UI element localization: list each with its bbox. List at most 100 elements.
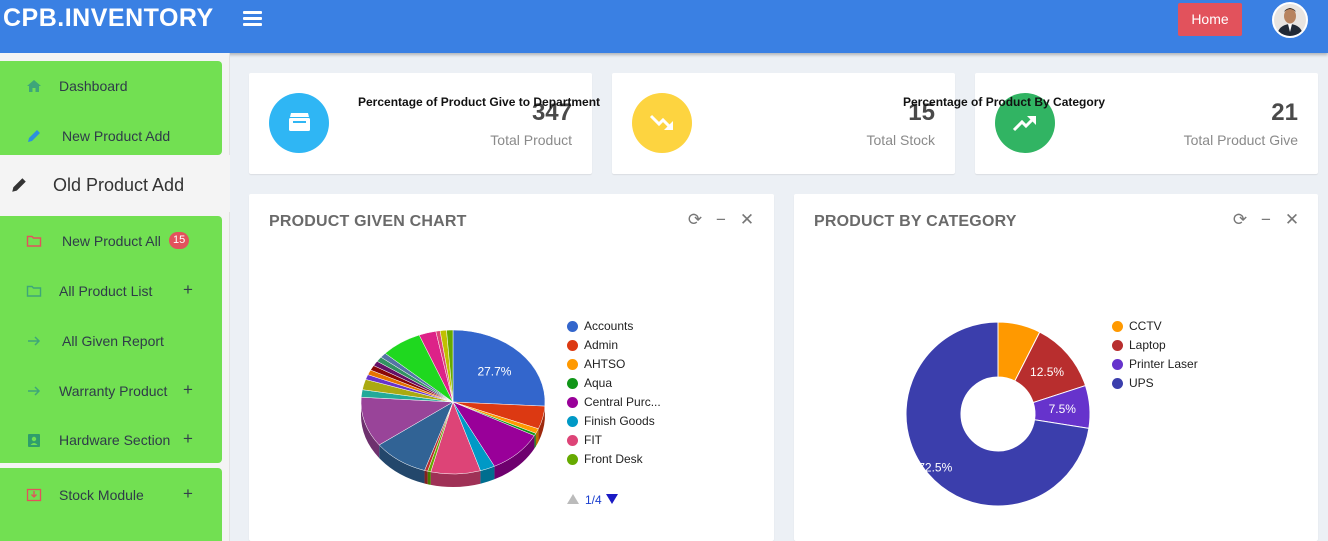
- trending-down-icon: [649, 114, 673, 130]
- expand-plus-icon[interactable]: +: [183, 380, 193, 400]
- sidebar-item-new-product-all[interactable]: New Product All 15: [0, 226, 222, 256]
- pager-text: 1/4: [585, 493, 602, 507]
- sidebar-item-all-given-report[interactable]: All Given Report: [0, 326, 222, 356]
- sidebar-item-warranty-product[interactable]: Warranty Product +: [0, 376, 222, 406]
- sidebar-item-stock-module[interactable]: Stock Module +: [0, 480, 222, 510]
- user-avatar[interactable]: [1272, 2, 1308, 38]
- legend-swatch: [567, 321, 578, 332]
- legend-swatch: [567, 397, 578, 408]
- category-donut-chart: 12.5% 7.5% 72.5%: [905, 321, 1091, 507]
- sidebar-item-label: Warranty Product: [59, 383, 168, 399]
- expand-plus-icon[interactable]: +: [183, 429, 193, 449]
- arrow-right-icon: [28, 386, 41, 396]
- sidebar-item-label: Hardware Section: [59, 432, 171, 448]
- legend-label: Central Purc...: [584, 395, 661, 409]
- legend-swatch: [1112, 378, 1123, 389]
- legend-label: Laptop: [1129, 338, 1166, 352]
- legend-label: Aqua: [584, 376, 613, 390]
- panel-title: PRODUCT BY CATEGORY: [814, 213, 1017, 230]
- sidebar-item-new-product-add[interactable]: New Product Add: [0, 121, 222, 151]
- sidebar: Dashboard New Product Add Old Product Ad…: [0, 53, 230, 541]
- pager-down-icon[interactable]: [606, 494, 618, 504]
- minimize-icon[interactable]: −: [711, 210, 731, 230]
- home-icon: [27, 80, 41, 92]
- stat-label: Total Product Give: [1183, 132, 1298, 148]
- folder-open-icon: [26, 285, 42, 297]
- folder-icon: [26, 235, 42, 247]
- sidebar-item-all-product-list[interactable]: All Product List +: [0, 276, 222, 306]
- top-navbar: CPB.INVENTORY Home: [0, 0, 1328, 53]
- pencil-icon: [28, 130, 40, 142]
- sidebar-item-label: Old Product Add: [53, 175, 185, 195]
- pie-slice-side: [424, 470, 428, 485]
- legend-label: CCTV: [1129, 319, 1162, 333]
- sidebar-group-stock: Stock Module +: [0, 468, 222, 541]
- legend-label: FIT: [584, 433, 602, 447]
- sidebar-item-label: All Product List: [59, 283, 153, 299]
- arrow-right-icon: [28, 336, 41, 346]
- stat-label: Total Stock: [866, 132, 935, 148]
- legend-swatch: [567, 340, 578, 351]
- slice-label: 12.5%: [1030, 365, 1064, 379]
- pencil-icon: [12, 178, 26, 192]
- menu-toggle-icon[interactable]: [243, 11, 262, 27]
- refresh-icon[interactable]: ⟳: [685, 210, 705, 230]
- sidebar-item-label: New Product All: [62, 233, 161, 249]
- close-icon[interactable]: ✕: [737, 210, 757, 230]
- legend-pager: 1/4: [567, 492, 627, 508]
- sidebar-item-label: All Given Report: [62, 333, 164, 349]
- legend-swatch: [1112, 340, 1123, 351]
- count-badge: 15: [169, 232, 190, 249]
- sidebar-item-hardware-section[interactable]: Hardware Section +: [0, 425, 222, 455]
- legend-label: Finish Goods: [584, 414, 655, 428]
- legend-swatch: [567, 435, 578, 446]
- department-pie-chart: 27.7%: [360, 329, 546, 487]
- download-box-icon: [26, 488, 42, 502]
- stat-card-total-stock: 15 Total Stock: [612, 73, 955, 174]
- sidebar-item-label: Stock Module: [59, 487, 144, 503]
- pie-slice-side: [427, 471, 431, 485]
- legend-label: Front Desk: [584, 452, 643, 466]
- stat-value: 21: [1271, 99, 1298, 126]
- panel-tools: ⟳ − ✕: [1230, 210, 1300, 230]
- legend-swatch: [567, 416, 578, 427]
- legend-label: Accounts: [584, 319, 634, 333]
- slice-label: 27.7%: [477, 364, 511, 378]
- pager-up-icon[interactable]: [567, 494, 579, 504]
- chart-title: Percentage of Product Give to Department: [358, 95, 601, 109]
- slice-label: 7.5%: [1049, 402, 1077, 416]
- close-icon[interactable]: ✕: [1282, 210, 1302, 230]
- sidebar-item-old-product-add[interactable]: Old Product Add: [0, 155, 230, 212]
- sidebar-item-label: New Product Add: [62, 128, 171, 144]
- legend-label: Admin: [584, 338, 619, 352]
- slice-label: 72.5%: [918, 461, 952, 475]
- chart-title: Percentage of Product By Category: [903, 95, 1106, 109]
- legend-swatch: [567, 378, 578, 389]
- legend-swatch: [567, 359, 578, 370]
- minimize-icon[interactable]: −: [1256, 210, 1276, 230]
- expand-plus-icon[interactable]: +: [183, 484, 193, 504]
- legend-label: Printer Laser: [1129, 357, 1198, 371]
- legend-label: UPS: [1129, 376, 1154, 390]
- panel-title: PRODUCT GIVEN CHART: [269, 213, 467, 230]
- stat-label: Total Product: [490, 132, 572, 148]
- legend-swatch: [567, 454, 578, 465]
- refresh-icon[interactable]: ⟳: [1230, 210, 1250, 230]
- home-button[interactable]: Home: [1178, 3, 1242, 36]
- stat-icon-circle: [632, 93, 692, 153]
- legend-label: AHTSO: [584, 357, 626, 371]
- sidebar-item-dashboard[interactable]: Dashboard: [0, 71, 222, 101]
- folder-icon: [289, 113, 310, 131]
- brand-logo-text[interactable]: CPB.INVENTORY: [3, 4, 214, 33]
- sidebar-group-products: New Product All 15 All Product List + Al…: [0, 216, 222, 463]
- panel-tools: ⟳ − ✕: [685, 210, 755, 230]
- stat-card-total-product-give: 21 Total Product Give: [975, 73, 1318, 174]
- sidebar-group-main: Dashboard New Product Add: [0, 61, 222, 155]
- legend-swatch: [1112, 321, 1123, 332]
- legend-swatch: [1112, 359, 1123, 370]
- stat-card-total-product: 347 Total Product: [249, 73, 592, 174]
- stat-icon-circle: [269, 93, 329, 153]
- sidebar-item-label: Dashboard: [59, 78, 128, 94]
- id-card-icon: [28, 434, 40, 447]
- expand-plus-icon[interactable]: +: [183, 280, 193, 300]
